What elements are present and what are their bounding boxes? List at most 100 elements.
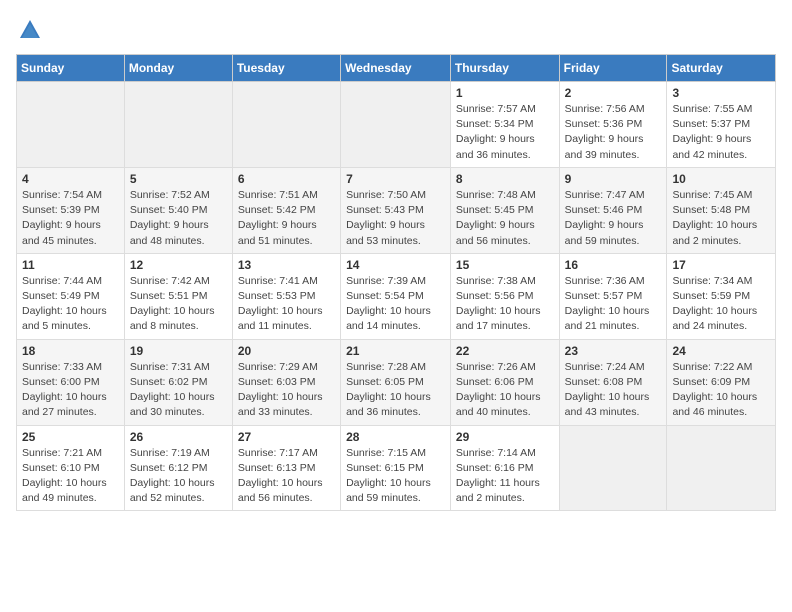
column-header-tuesday: Tuesday xyxy=(232,55,340,82)
day-info: Sunrise: 7:31 AM Sunset: 6:02 PM Dayligh… xyxy=(130,360,227,421)
calendar-cell: 2 Sunrise: 7:56 AM Sunset: 5:36 PM Daylig… xyxy=(559,82,667,168)
day-number: 4 xyxy=(22,172,119,186)
calendar-cell: 29 Sunrise: 7:14 AM Sunset: 6:16 PM Dayli… xyxy=(450,425,559,511)
calendar-cell: 27 Sunrise: 7:17 AM Sunset: 6:13 PM Dayli… xyxy=(232,425,340,511)
day-number: 11 xyxy=(22,258,119,272)
calendar-week-row: 11 Sunrise: 7:44 AM Sunset: 5:49 PM Dayli… xyxy=(17,253,776,339)
day-info: Sunrise: 7:22 AM Sunset: 6:09 PM Dayligh… xyxy=(672,360,770,421)
day-info: Sunrise: 7:52 AM Sunset: 5:40 PM Dayligh… xyxy=(130,188,227,249)
day-number: 8 xyxy=(456,172,554,186)
day-number: 1 xyxy=(456,86,554,100)
calendar-cell: 28 Sunrise: 7:15 AM Sunset: 6:15 PM Dayli… xyxy=(341,425,451,511)
column-header-sunday: Sunday xyxy=(17,55,125,82)
calendar-cell: 3 Sunrise: 7:55 AM Sunset: 5:37 PM Daylig… xyxy=(667,82,776,168)
day-info: Sunrise: 7:57 AM Sunset: 5:34 PM Dayligh… xyxy=(456,102,554,163)
calendar-cell: 17 Sunrise: 7:34 AM Sunset: 5:59 PM Dayli… xyxy=(667,253,776,339)
calendar-cell: 1 Sunrise: 7:57 AM Sunset: 5:34 PM Daylig… xyxy=(450,82,559,168)
day-info: Sunrise: 7:47 AM Sunset: 5:46 PM Dayligh… xyxy=(565,188,662,249)
calendar-cell: 24 Sunrise: 7:22 AM Sunset: 6:09 PM Dayli… xyxy=(667,339,776,425)
calendar-cell: 23 Sunrise: 7:24 AM Sunset: 6:08 PM Dayli… xyxy=(559,339,667,425)
calendar-cell: 14 Sunrise: 7:39 AM Sunset: 5:54 PM Dayli… xyxy=(341,253,451,339)
day-info: Sunrise: 7:38 AM Sunset: 5:56 PM Dayligh… xyxy=(456,274,554,335)
calendar-cell: 15 Sunrise: 7:38 AM Sunset: 5:56 PM Dayli… xyxy=(450,253,559,339)
calendar-cell: 20Sunrise: 7:29 AM Sunset: 6:03 PM Dayli… xyxy=(232,339,340,425)
day-number: 24 xyxy=(672,344,770,358)
day-info: Sunrise: 7:24 AM Sunset: 6:08 PM Dayligh… xyxy=(565,360,662,421)
calendar-week-row: 18 Sunrise: 7:33 AM Sunset: 6:00 PM Dayli… xyxy=(17,339,776,425)
day-info: Sunrise: 7:42 AM Sunset: 5:51 PM Dayligh… xyxy=(130,274,227,335)
day-number: 2 xyxy=(565,86,662,100)
day-number: 22 xyxy=(456,344,554,358)
day-number: 6 xyxy=(238,172,335,186)
day-info: Sunrise: 7:48 AM Sunset: 5:45 PM Dayligh… xyxy=(456,188,554,249)
day-number: 23 xyxy=(565,344,662,358)
day-number: 26 xyxy=(130,430,227,444)
calendar-cell: 25 Sunrise: 7:21 AM Sunset: 6:10 PM Dayli… xyxy=(17,425,125,511)
calendar-cell: 13Sunrise: 7:41 AM Sunset: 5:53 PM Dayli… xyxy=(232,253,340,339)
day-number: 14 xyxy=(346,258,445,272)
day-number: 17 xyxy=(672,258,770,272)
day-number: 3 xyxy=(672,86,770,100)
calendar-cell xyxy=(559,425,667,511)
day-number: 15 xyxy=(456,258,554,272)
day-number: 21 xyxy=(346,344,445,358)
calendar-week-row: 4 Sunrise: 7:54 AM Sunset: 5:39 PM Daylig… xyxy=(17,167,776,253)
logo xyxy=(16,16,46,44)
calendar-cell: 12 Sunrise: 7:42 AM Sunset: 5:51 PM Dayli… xyxy=(124,253,232,339)
calendar-cell: 4 Sunrise: 7:54 AM Sunset: 5:39 PM Daylig… xyxy=(17,167,125,253)
column-header-wednesday: Wednesday xyxy=(341,55,451,82)
day-number: 27 xyxy=(238,430,335,444)
day-info: Sunrise: 7:17 AM Sunset: 6:13 PM Dayligh… xyxy=(238,446,335,507)
day-number: 29 xyxy=(456,430,554,444)
day-number: 19 xyxy=(130,344,227,358)
calendar-cell xyxy=(232,82,340,168)
calendar-cell xyxy=(124,82,232,168)
calendar-cell: 18 Sunrise: 7:33 AM Sunset: 6:00 PM Dayli… xyxy=(17,339,125,425)
day-info: Sunrise: 7:28 AM Sunset: 6:05 PM Dayligh… xyxy=(346,360,445,421)
day-info: Sunrise: 7:45 AM Sunset: 5:48 PM Dayligh… xyxy=(672,188,770,249)
calendar-cell: 10 Sunrise: 7:45 AM Sunset: 5:48 PM Dayli… xyxy=(667,167,776,253)
day-info: Sunrise: 7:56 AM Sunset: 5:36 PM Dayligh… xyxy=(565,102,662,163)
day-number: 7 xyxy=(346,172,445,186)
day-info: Sunrise: 7:33 AM Sunset: 6:00 PM Dayligh… xyxy=(22,360,119,421)
day-info: Sunrise: 7:55 AM Sunset: 5:37 PM Dayligh… xyxy=(672,102,770,163)
calendar-cell: 19 Sunrise: 7:31 AM Sunset: 6:02 PM Dayli… xyxy=(124,339,232,425)
calendar-week-row: 25 Sunrise: 7:21 AM Sunset: 6:10 PM Dayli… xyxy=(17,425,776,511)
day-number: 12 xyxy=(130,258,227,272)
calendar-cell: 6 Sunrise: 7:51 AM Sunset: 5:42 PM Daylig… xyxy=(232,167,340,253)
day-number: 18 xyxy=(22,344,119,358)
day-info: Sunrise: 7:21 AM Sunset: 6:10 PM Dayligh… xyxy=(22,446,119,507)
day-number: 5 xyxy=(130,172,227,186)
day-number: 28 xyxy=(346,430,445,444)
calendar-cell: 8 Sunrise: 7:48 AM Sunset: 5:45 PM Daylig… xyxy=(450,167,559,253)
day-info: Sunrise: 7:54 AM Sunset: 5:39 PM Dayligh… xyxy=(22,188,119,249)
calendar-cell: 16 Sunrise: 7:36 AM Sunset: 5:57 PM Dayli… xyxy=(559,253,667,339)
day-number: 16 xyxy=(565,258,662,272)
day-info: Sunrise: 7:36 AM Sunset: 5:57 PM Dayligh… xyxy=(565,274,662,335)
calendar-cell xyxy=(341,82,451,168)
calendar-cell: 11 Sunrise: 7:44 AM Sunset: 5:49 PM Dayli… xyxy=(17,253,125,339)
day-number: 10 xyxy=(672,172,770,186)
column-header-friday: Friday xyxy=(559,55,667,82)
day-info: Sunrise: 7:39 AM Sunset: 5:54 PM Dayligh… xyxy=(346,274,445,335)
calendar-cell: 7 Sunrise: 7:50 AM Sunset: 5:43 PM Daylig… xyxy=(341,167,451,253)
day-info: Sunrise: 7:19 AM Sunset: 6:12 PM Dayligh… xyxy=(130,446,227,507)
calendar-table: SundayMondayTuesdayWednesdayThursdayFrid… xyxy=(16,54,776,511)
day-number: 20 xyxy=(238,344,335,358)
calendar-cell: 22Sunrise: 7:26 AM Sunset: 6:06 PM Dayli… xyxy=(450,339,559,425)
day-number: 9 xyxy=(565,172,662,186)
calendar-cell: 26 Sunrise: 7:19 AM Sunset: 6:12 PM Dayli… xyxy=(124,425,232,511)
calendar-body: 1 Sunrise: 7:57 AM Sunset: 5:34 PM Daylig… xyxy=(17,82,776,511)
day-number: 25 xyxy=(22,430,119,444)
day-info: Sunrise: 7:51 AM Sunset: 5:42 PM Dayligh… xyxy=(238,188,335,249)
column-header-thursday: Thursday xyxy=(450,55,559,82)
column-header-monday: Monday xyxy=(124,55,232,82)
day-info: Sunrise: 7:14 AM Sunset: 6:16 PM Dayligh… xyxy=(456,446,554,507)
calendar-cell: 21 Sunrise: 7:28 AM Sunset: 6:05 PM Dayli… xyxy=(341,339,451,425)
logo-icon xyxy=(16,16,44,44)
calendar-week-row: 1 Sunrise: 7:57 AM Sunset: 5:34 PM Daylig… xyxy=(17,82,776,168)
day-info: Sunrise: 7:15 AM Sunset: 6:15 PM Dayligh… xyxy=(346,446,445,507)
day-info: Sunrise: 7:34 AM Sunset: 5:59 PM Dayligh… xyxy=(672,274,770,335)
day-info: Sunrise: 7:50 AM Sunset: 5:43 PM Dayligh… xyxy=(346,188,445,249)
day-info: Sunrise: 7:44 AM Sunset: 5:49 PM Dayligh… xyxy=(22,274,119,335)
